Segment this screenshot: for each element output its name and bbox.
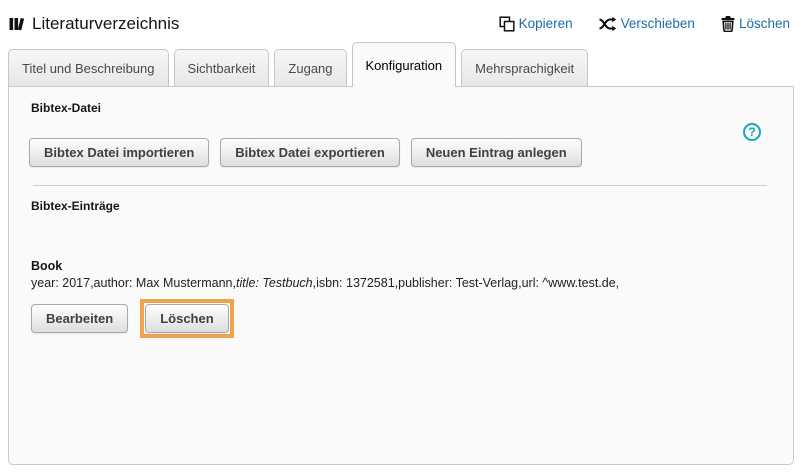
delete-label: Löschen bbox=[738, 16, 790, 31]
entry-actions: Bearbeiten Löschen bbox=[31, 299, 773, 338]
copy-link[interactable]: Kopieren bbox=[499, 15, 573, 32]
bibliography-icon bbox=[8, 16, 25, 32]
entry-detail: year: 2017,author: Max Mustermann,title:… bbox=[31, 276, 773, 290]
content-panel: Bibtex-Datei Bibtex Datei importieren Bi… bbox=[8, 86, 794, 465]
bibtex-file-heading: Bibtex-Datei bbox=[31, 101, 102, 115]
entry-detail-title: title: Testbuch bbox=[235, 276, 313, 290]
header-actions: Kopieren Verschieben Löschen bbox=[499, 15, 792, 32]
tab-zugang[interactable]: Zugang bbox=[274, 49, 347, 86]
entry-detail-suffix: ,isbn: 1372581,publisher: Test-Verlag,ur… bbox=[312, 276, 620, 290]
move-link[interactable]: Verschieben bbox=[598, 16, 695, 32]
move-label: Verschieben bbox=[620, 16, 695, 31]
entry-type: Book bbox=[31, 259, 63, 273]
shuffle-icon bbox=[598, 16, 617, 32]
title-wrap: Literaturverzeichnis bbox=[8, 14, 179, 34]
bibtex-entry: Book year: 2017,author: Max Mustermann,t… bbox=[31, 259, 773, 338]
copy-label: Kopieren bbox=[518, 16, 573, 31]
new-entry-button[interactable]: Neuen Eintrag anlegen bbox=[410, 138, 582, 167]
page-title: Literaturverzeichnis bbox=[32, 13, 180, 33]
import-bibtex-button[interactable]: Bibtex Datei importieren bbox=[29, 138, 210, 167]
export-bibtex-button[interactable]: Bibtex Datei exportieren bbox=[220, 138, 400, 167]
tab-titel-und-beschreibung[interactable]: Titel und Beschreibung bbox=[8, 49, 169, 86]
tab-konfiguration[interactable]: Konfiguration bbox=[351, 42, 457, 87]
delete-entry-button[interactable]: Löschen bbox=[145, 304, 229, 333]
header: Literaturverzeichnis Kopieren Verschiebe… bbox=[0, 0, 802, 42]
entry-detail-prefix: year: 2017,author: Max Mustermann, bbox=[31, 276, 236, 290]
delete-entry-highlight: Löschen bbox=[140, 299, 234, 338]
copy-icon bbox=[499, 15, 515, 32]
delete-link[interactable]: Löschen bbox=[721, 15, 790, 32]
bibtex-entries-heading: Bibtex-Einträge bbox=[31, 199, 120, 213]
bibtex-file-actions: Bibtex Datei importieren Bibtex Datei ex… bbox=[29, 138, 773, 167]
trash-icon bbox=[721, 15, 735, 32]
tab-mehrsprachigkeit[interactable]: Mehrsprachigkeit bbox=[461, 49, 589, 86]
section-divider bbox=[33, 185, 767, 186]
help-icon[interactable]: ? bbox=[743, 123, 761, 141]
tab-sichtbarkeit[interactable]: Sichtbarkeit bbox=[173, 49, 270, 86]
tabbar: Titel und Beschreibung Sichtbarkeit Zuga… bbox=[0, 42, 802, 87]
edit-entry-button[interactable]: Bearbeiten bbox=[31, 304, 129, 333]
